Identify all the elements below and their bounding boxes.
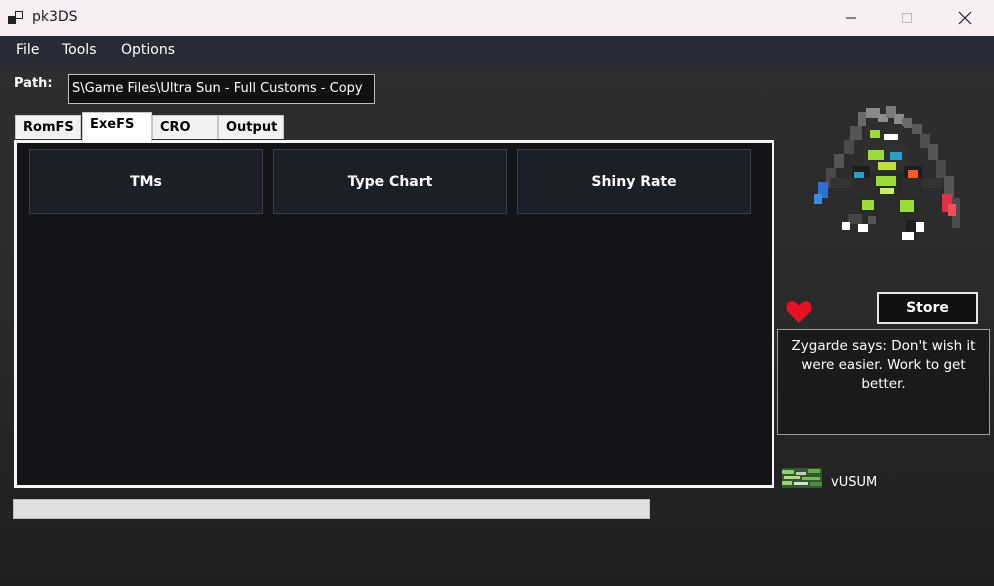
menu-file[interactable]: File <box>16 42 39 58</box>
tab-output[interactable]: Output <box>218 115 284 139</box>
minimize-icon <box>846 17 856 19</box>
path-value: S\Game Files\Ultra Sun - Full Customs - … <box>72 81 363 96</box>
minimize-button[interactable] <box>828 0 874 36</box>
quote-box: Zygarde says: Don't wish it were easier.… <box>777 329 990 435</box>
shiny-rate-button[interactable]: Shiny Rate <box>517 149 751 214</box>
close-button[interactable] <box>942 0 988 36</box>
path-label: Path: <box>14 76 53 91</box>
tab-cro-label: CRO <box>160 120 191 135</box>
tab-exefs-label: ExeFS <box>90 117 135 132</box>
path-field[interactable]: S\Game Files\Ultra Sun - Full Customs - … <box>68 74 375 104</box>
version-flag-icon <box>782 468 822 488</box>
menu-tools[interactable]: Tools <box>62 42 97 58</box>
store-button[interactable]: Store <box>877 292 978 324</box>
type-chart-button[interactable]: Type Chart <box>273 149 507 214</box>
tab-cro[interactable]: CRO <box>152 115 218 139</box>
tab-romfs[interactable]: RomFS <box>15 115 81 139</box>
maximize-button[interactable] <box>884 0 930 36</box>
tab-exefs[interactable]: ExeFS <box>82 112 152 142</box>
heart-icon <box>786 301 812 323</box>
version-label: vUSUM <box>831 475 878 490</box>
zygarde-sprite-icon <box>814 106 960 240</box>
tab-romfs-label: RomFS <box>23 120 74 135</box>
title-bar: pk3DS <box>0 0 994 36</box>
tab-output-label: Output <box>226 120 278 135</box>
window-title: pk3DS <box>32 9 78 25</box>
exefs-panel: TMs Type Chart Shiny Rate <box>14 140 774 488</box>
quote-text: Zygarde says: Don't wish it were easier.… <box>791 338 976 392</box>
app-icon <box>8 11 23 24</box>
main-window: File Tools Options Path: S\Game Files\Ul… <box>0 36 994 586</box>
menu-bar: File Tools Options <box>0 36 994 66</box>
progress-bar <box>13 499 650 519</box>
tms-button[interactable]: TMs <box>29 149 263 214</box>
maximize-icon <box>902 13 912 23</box>
close-icon <box>958 11 972 25</box>
menu-options[interactable]: Options <box>121 42 175 58</box>
